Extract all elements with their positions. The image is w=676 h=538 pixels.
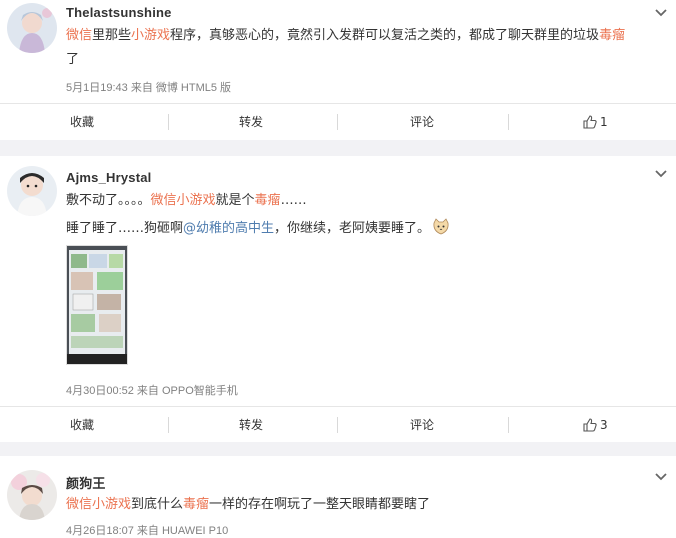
chevron-down-icon[interactable] [651, 5, 671, 19]
username[interactable]: Thelastsunshine [66, 5, 172, 20]
attached-screenshot-thumbnail[interactable] [66, 245, 128, 365]
keyword-link[interactable]: 小游戏 [131, 28, 170, 43]
keyword-link[interactable]: 微信 [66, 28, 92, 43]
cat-emoji-icon [432, 218, 450, 242]
thumbs-up-icon [583, 418, 597, 432]
comment-card-2: Ajms_Hrystal 敷不动了。。。。微信小游戏就是个毒瘤…… 睡了睡了……… [0, 156, 676, 442]
comment-text: 敷不动了。。。。微信小游戏就是个毒瘤…… [66, 192, 307, 210]
like-button[interactable]: 3 [583, 407, 608, 443]
text-segment: ，你继续，老阿姨要睡了。 [274, 221, 431, 236]
keyword-link[interactable]: 微信小游戏 [151, 193, 216, 208]
separator [0, 442, 676, 456]
collect-button[interactable]: 收藏 [50, 104, 114, 140]
chevron-down-icon[interactable] [651, 469, 671, 483]
text-segment: …… [280, 193, 307, 208]
divider [168, 114, 169, 130]
comment-text: 微信小游戏到底什么毒瘤一样的存在啊玩了一整天眼睛都要瞎了 [66, 496, 430, 514]
like-count: 1 [600, 115, 608, 129]
comment-text: 微信里那些小游戏程序，真够恶心的，竟然引入发群可以复活之类的，都成了聊天群里的垃… [66, 27, 625, 45]
comment-text-continued: 了 [66, 52, 80, 67]
username[interactable]: Ajms_Hrystal [66, 170, 152, 185]
post-meta: 4月30日00:52 来自 OPPO智能手机 [66, 385, 238, 397]
comment-card-1: Thelastsunshine 微信里那些小游戏程序，真够恶心的，竟然引入发群可… [0, 0, 676, 140]
like-count: 3 [600, 418, 608, 432]
avatar[interactable] [7, 3, 57, 53]
keyword-link[interactable]: 微信小游戏 [66, 497, 131, 512]
comment-button[interactable]: 评论 [390, 407, 454, 443]
text-segment: 就是个 [215, 193, 255, 208]
comment-text-continued: 睡了睡了……狗砸啊@幼稚的高中生，你继续，老阿姨要睡了。 [66, 218, 450, 242]
avatar[interactable] [7, 166, 57, 216]
repost-button[interactable]: 转发 [219, 104, 283, 140]
like-button[interactable]: 1 [583, 104, 608, 140]
divider [337, 114, 338, 130]
action-bar: 收藏 转发 评论 3 [0, 406, 676, 443]
avatar[interactable] [7, 470, 57, 520]
collect-button[interactable]: 收藏 [50, 407, 114, 443]
text-segment: 程序，真够恶心的，竟然引入发群可以复活之类的，都成了聊天群里的垃圾 [170, 28, 600, 43]
action-bar: 收藏 转发 评论 1 [0, 103, 676, 140]
text-segment: 一样的存在啊玩了一整天眼睛都要瞎了 [209, 497, 431, 512]
post-meta: 5月1日19:43 来自 微博 HTML5 版 [66, 82, 232, 94]
text-segment: 里那些 [92, 28, 132, 43]
divider [337, 417, 338, 433]
comment-button[interactable]: 评论 [390, 104, 454, 140]
chevron-down-icon[interactable] [651, 166, 671, 180]
keyword-link[interactable]: 毒瘤 [255, 193, 281, 208]
divider [168, 417, 169, 433]
divider [508, 114, 509, 130]
separator [0, 140, 676, 156]
mention-link[interactable]: @幼稚的高中生 [183, 221, 274, 236]
repost-button[interactable]: 转发 [219, 407, 283, 443]
divider [508, 417, 509, 433]
comment-card-3: 颜狗王 微信小游戏到底什么毒瘤一样的存在啊玩了一整天眼睛都要瞎了 4月26日18… [0, 456, 676, 538]
text-segment: 到底什么 [131, 497, 184, 512]
post-meta: 4月26日18:07 来自 HUAWEI P10 [66, 525, 229, 537]
text-segment: 睡了睡了……狗砸啊 [66, 221, 184, 236]
keyword-link[interactable]: 毒瘤 [599, 28, 625, 43]
thumbs-up-icon [583, 115, 597, 129]
text-segment: 敷不动了。。。。 [66, 193, 151, 208]
username[interactable]: 颜狗王 [66, 473, 106, 492]
keyword-link[interactable]: 毒瘤 [183, 497, 209, 512]
